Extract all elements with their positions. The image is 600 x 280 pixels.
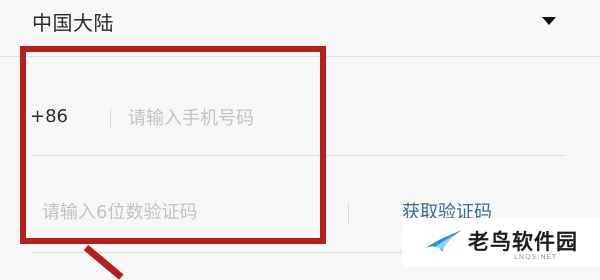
phone-number-input[interactable] — [128, 104, 548, 132]
region-selector[interactable]: 中国大陆 — [0, 0, 600, 52]
verification-code-input[interactable] — [42, 198, 332, 226]
country-code[interactable]: +86 — [30, 106, 68, 127]
highlight-annotation-pointer — [83, 244, 124, 280]
watermark-text: 老鸟软件园 — [468, 230, 578, 254]
region-label: 中国大陆 — [32, 11, 114, 35]
divider — [0, 56, 600, 57]
watermark: 老鸟软件园 LNQS.NET — [402, 218, 600, 267]
separator — [110, 109, 111, 129]
caret-down-icon[interactable] — [542, 17, 556, 25]
separator — [348, 204, 349, 224]
watermark-subtext: LNQS.NET — [514, 253, 558, 261]
bird-logo-icon — [424, 226, 464, 260]
phone-row: +86 — [0, 90, 600, 140]
divider — [32, 155, 564, 156]
divider — [32, 252, 402, 253]
